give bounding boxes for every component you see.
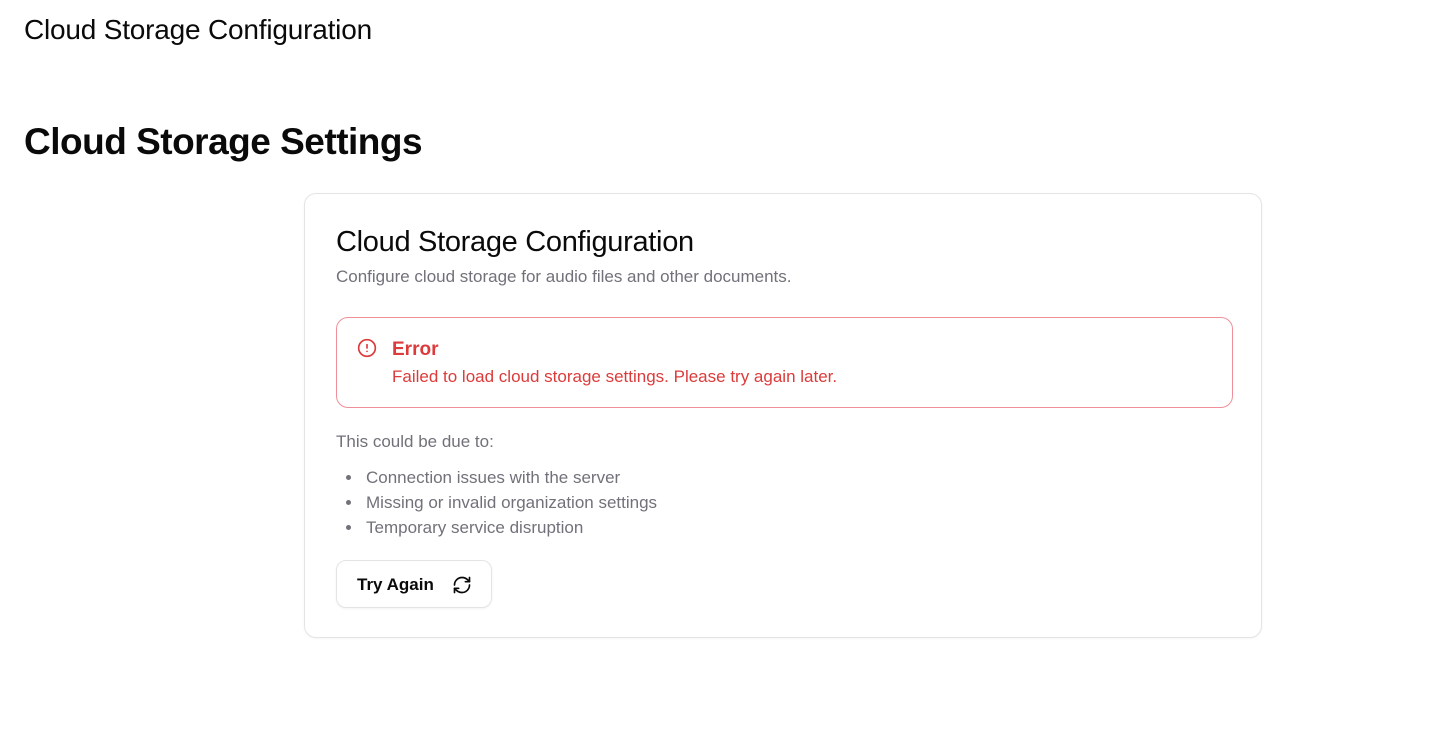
alert-message: Failed to load cloud storage settings. P…: [392, 367, 838, 386]
refresh-icon: [453, 576, 471, 594]
try-again-label: Try Again: [357, 575, 434, 594]
try-again-button[interactable]: Try Again: [336, 560, 492, 608]
list-item: Temporary service disruption: [336, 515, 657, 540]
error-alert: Error Failed to load cloud storage setti…: [336, 317, 1233, 408]
alert-title: Error: [392, 339, 439, 360]
list-item: Missing or invalid organization settings: [336, 490, 657, 515]
card-description: Configure cloud storage for audio files …: [336, 267, 792, 286]
causes-list: Connection issues with the server Missin…: [336, 465, 657, 540]
alert-circle-icon: [357, 338, 377, 358]
card-title: Cloud Storage Configuration: [336, 226, 694, 258]
app-header-title: Cloud Storage Configuration: [24, 14, 372, 45]
causes-intro: This could be due to:: [336, 432, 494, 451]
cloud-storage-card: Cloud Storage Configuration Configure cl…: [304, 193, 1262, 638]
list-item: Connection issues with the server: [336, 465, 657, 490]
page-title: Cloud Storage Settings: [24, 121, 423, 162]
